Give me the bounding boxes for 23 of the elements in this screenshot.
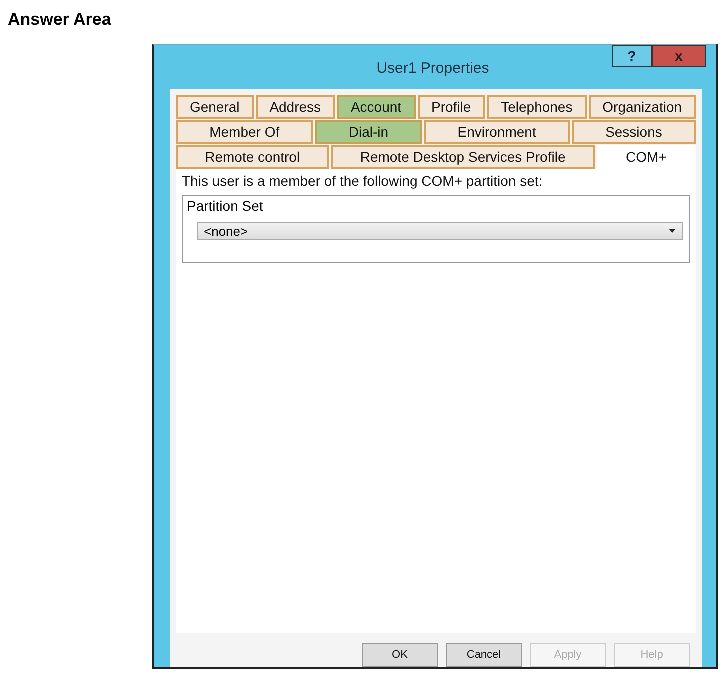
- tab[interactable]: Address: [256, 95, 336, 119]
- partition-dropdown[interactable]: <none>: [197, 222, 683, 240]
- tab[interactable]: Sessions: [572, 120, 696, 144]
- description-text: This user is a member of the following COM+ partition set:: [182, 173, 544, 189]
- tab[interactable]: Dial-in: [315, 120, 422, 144]
- tab[interactable]: Environment: [424, 120, 570, 144]
- tab[interactable]: Telephones: [487, 95, 587, 119]
- dialog-button[interactable]: Cancel: [446, 643, 522, 667]
- tab[interactable]: Account: [337, 95, 416, 119]
- caret-icon: [669, 229, 676, 233]
- answer-area-heading: Answer Area: [8, 10, 112, 30]
- tab[interactable]: Member Of: [176, 120, 314, 144]
- group-label: Partition Set: [187, 198, 264, 214]
- tab[interactable]: Profile: [418, 95, 486, 119]
- tab[interactable]: Remote control: [176, 145, 330, 169]
- window-title: User1 Properties: [376, 60, 490, 77]
- tab[interactable]: General: [176, 95, 254, 119]
- dialog-button[interactable]: OK: [362, 643, 438, 667]
- tab[interactable]: Organization: [588, 95, 696, 119]
- help-button[interactable]: ?: [612, 45, 652, 67]
- tab[interactable]: Remote Desktop Services Profile: [331, 145, 595, 169]
- tab[interactable]: COM+: [596, 145, 696, 169]
- close-button[interactable]: x: [652, 45, 706, 67]
